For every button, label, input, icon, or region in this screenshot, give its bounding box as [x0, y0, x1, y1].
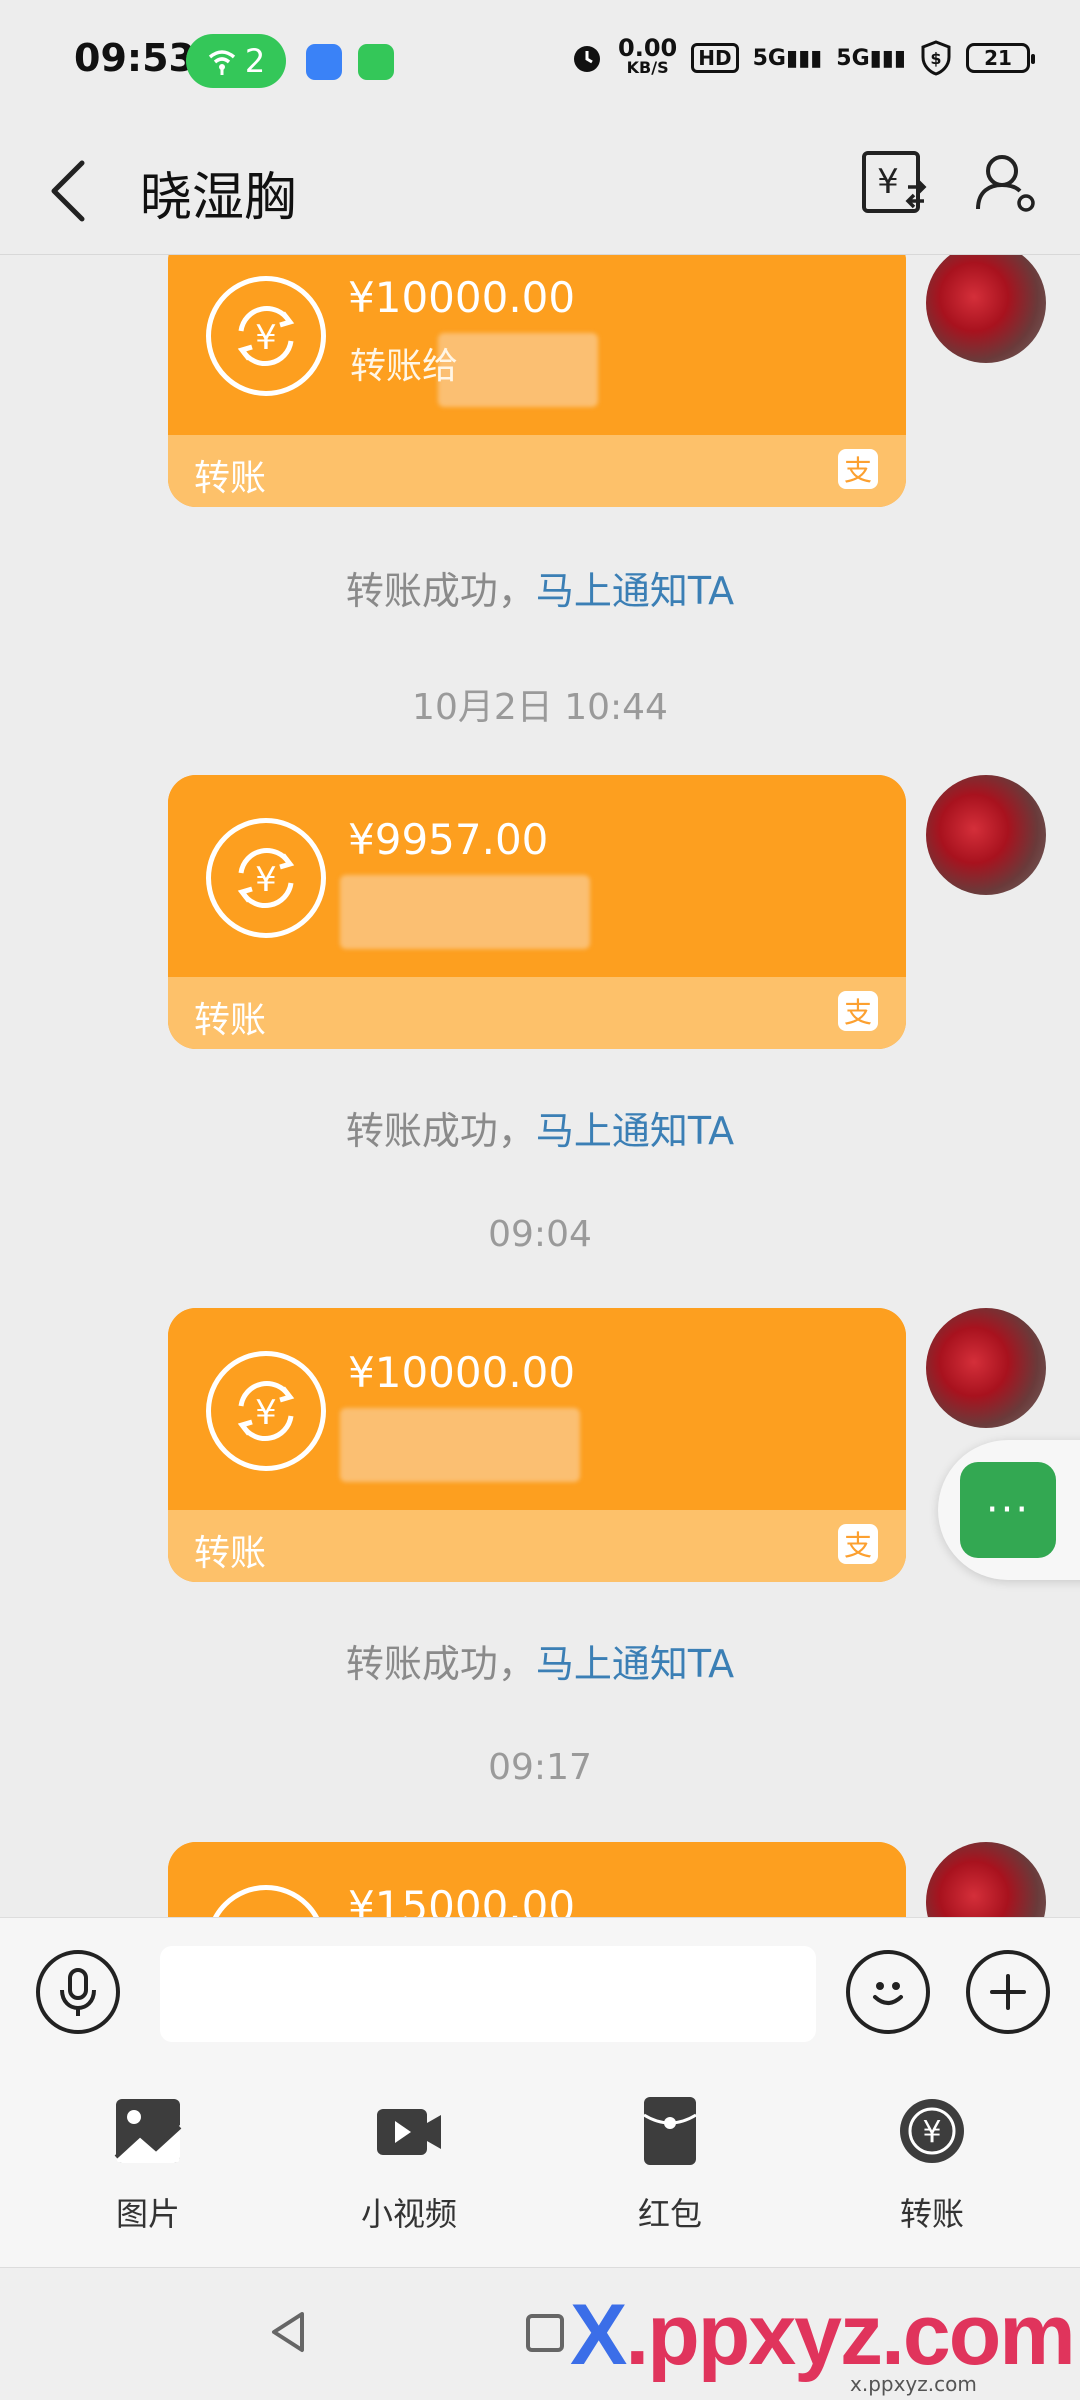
android-app-icon [306, 44, 342, 80]
nav-home-button[interactable] [526, 2314, 564, 2352]
notify-link[interactable]: 马上通知TA [536, 569, 734, 613]
alipay-icon: 支 [838, 1524, 878, 1564]
net-speed: 0.00 KB/S [618, 34, 678, 77]
transfer-icon: ¥ [900, 2099, 964, 2163]
transfer-note: 转账给 [350, 346, 459, 387]
chevron-left-icon [51, 160, 85, 222]
function-panel: 图片 小视频 红包 ¥ 转账 [0, 2067, 1080, 2267]
alarm-icon [574, 46, 601, 72]
svg-text:¥: ¥ [255, 1393, 277, 1433]
page-title: 晓湿胸 [140, 168, 297, 228]
transfer-amount: ¥15000.00 [348, 1882, 576, 1917]
svg-text:¥: ¥ [255, 318, 277, 358]
transfer-success-notice: 转账成功，马上通知TA [345, 569, 735, 613]
time-separator: 09:17 [488, 1747, 592, 1788]
nav-back-button[interactable] [268, 2310, 308, 2358]
avatar[interactable] [926, 255, 1046, 363]
transfer-label: 转账 [194, 1000, 267, 1041]
transfer-yen-icon: ¥ [206, 1351, 326, 1471]
signal-5g-1: 5G▮▮▮ [752, 45, 823, 71]
wifi-count: 2 [244, 42, 266, 80]
wifi-hotspot-badge: 2 [186, 34, 286, 88]
transfer-amount: ¥9957.00 [348, 815, 549, 864]
smile-icon [873, 1982, 903, 2005]
notify-link[interactable]: 马上通知TA [536, 1109, 734, 1153]
more-icon: ··· [960, 1462, 1056, 1558]
more-functions-button[interactable] [966, 1950, 1050, 2034]
shield-icon: $ [921, 40, 951, 76]
video-icon [377, 2109, 441, 2155]
wifi-icon [208, 50, 235, 75]
alipay-icon: 支 [838, 449, 878, 489]
transfer-yen-icon: ¥ [206, 276, 326, 396]
voice-button[interactable] [36, 1950, 120, 2034]
system-nav-bar: X.ppxyz.com x.ppxyz.com [0, 2267, 1080, 2400]
signal-5g-2: 5G▮▮▮ [836, 45, 906, 71]
redacted-area [340, 1408, 580, 1482]
transfer-card[interactable]: ¥ ¥9957.00 转账 支 [168, 775, 906, 1049]
transfer-success-notice: 转账成功，马上通知TA [345, 1109, 735, 1153]
avatar[interactable] [926, 1308, 1046, 1428]
status-bar: 09:53 2 0.00 KB/S HD 5G▮▮▮ 5G▮▮▮ $ 21 [0, 0, 1080, 125]
chat-header: 晓湿胸 ¥ [0, 125, 1080, 255]
time-separator: 10月2日 10:44 [412, 687, 668, 728]
watermark-url: x.ppxyz.com [850, 2372, 977, 2396]
transfer-card[interactable]: ¥ ¥10000.00 转账给 转账 支 [168, 255, 906, 507]
avatar[interactable] [926, 1842, 1046, 1917]
transfer-card[interactable]: ¥ ¥10000.00 转账 支 [168, 1308, 906, 1582]
transfer-card[interactable]: ¥15000.00 转账 支 [168, 1842, 906, 1917]
transfer-amount: ¥10000.00 [348, 273, 576, 322]
alipay-icon: 支 [838, 991, 878, 1031]
red-packet-icon [643, 2097, 697, 2165]
tool-red-packet[interactable]: 红包 [590, 2095, 750, 2235]
nav-back-icon [272, 2312, 304, 2352]
transfer-message[interactable]: ¥15000.00 转账 支 [168, 1842, 906, 1917]
plus-icon [990, 1974, 1026, 2010]
tool-transfer[interactable]: ¥ 转账 [852, 2095, 1012, 2235]
transfer-success-notice: 转账成功，马上通知TA [345, 1642, 735, 1686]
message-input[interactable] [160, 1946, 816, 2042]
transfer-message[interactable]: ¥ ¥9957.00 转账 支 [168, 775, 906, 1049]
transfer-message[interactable]: ¥ ¥10000.00 转账给 转账 支 [168, 255, 906, 507]
profile-button[interactable] [972, 147, 1042, 217]
transfer-label: 转账 [194, 1533, 267, 1574]
time-separator: 09:04 [488, 1214, 592, 1255]
battery-indicator: 21 [966, 43, 1035, 73]
image-icon [114, 2099, 182, 2163]
transfer-record-icon: ¥ [862, 151, 927, 213]
floating-more-button[interactable]: ··· [938, 1440, 1080, 1580]
user-settings-icon [976, 155, 1035, 212]
phone-app-icon [358, 44, 394, 80]
chat-message-list[interactable]: ¥ ¥10000.00 转账给 转账 支 转账成功，马上通知TA 10月2日 1… [0, 255, 1080, 1917]
transfer-yen-icon: ¥ [206, 818, 326, 938]
redacted-area [438, 333, 598, 407]
emoji-button[interactable] [846, 1950, 930, 2034]
svg-text:¥: ¥ [922, 2115, 941, 2150]
redacted-area [340, 875, 590, 949]
watermark-logo: X.ppxyz.com [570, 2287, 1076, 2383]
avatar[interactable] [926, 775, 1046, 895]
hd-badge: HD [691, 43, 739, 73]
svg-text:¥: ¥ [255, 860, 277, 900]
back-button[interactable] [48, 151, 98, 231]
status-time: 09:53 [74, 36, 195, 80]
svg-text:$: $ [930, 49, 941, 68]
tool-image[interactable]: 图片 [68, 2095, 228, 2235]
notify-link[interactable]: 马上通知TA [536, 1642, 734, 1686]
message-input-bar [0, 1917, 1080, 2067]
transfer-record-button[interactable]: ¥ [858, 147, 928, 217]
svg-text:¥: ¥ [877, 162, 899, 202]
transfer-message[interactable]: ¥ ¥10000.00 转账 支 [168, 1308, 906, 1582]
tool-video[interactable]: 小视频 [329, 2095, 489, 2235]
microphone-icon [60, 1968, 96, 2016]
transfer-label: 转账 [194, 458, 267, 499]
transfer-amount: ¥10000.00 [348, 1348, 576, 1397]
status-right-group: 0.00 KB/S HD 5G▮▮▮ 5G▮▮▮ $ 21 [570, 34, 1035, 78]
